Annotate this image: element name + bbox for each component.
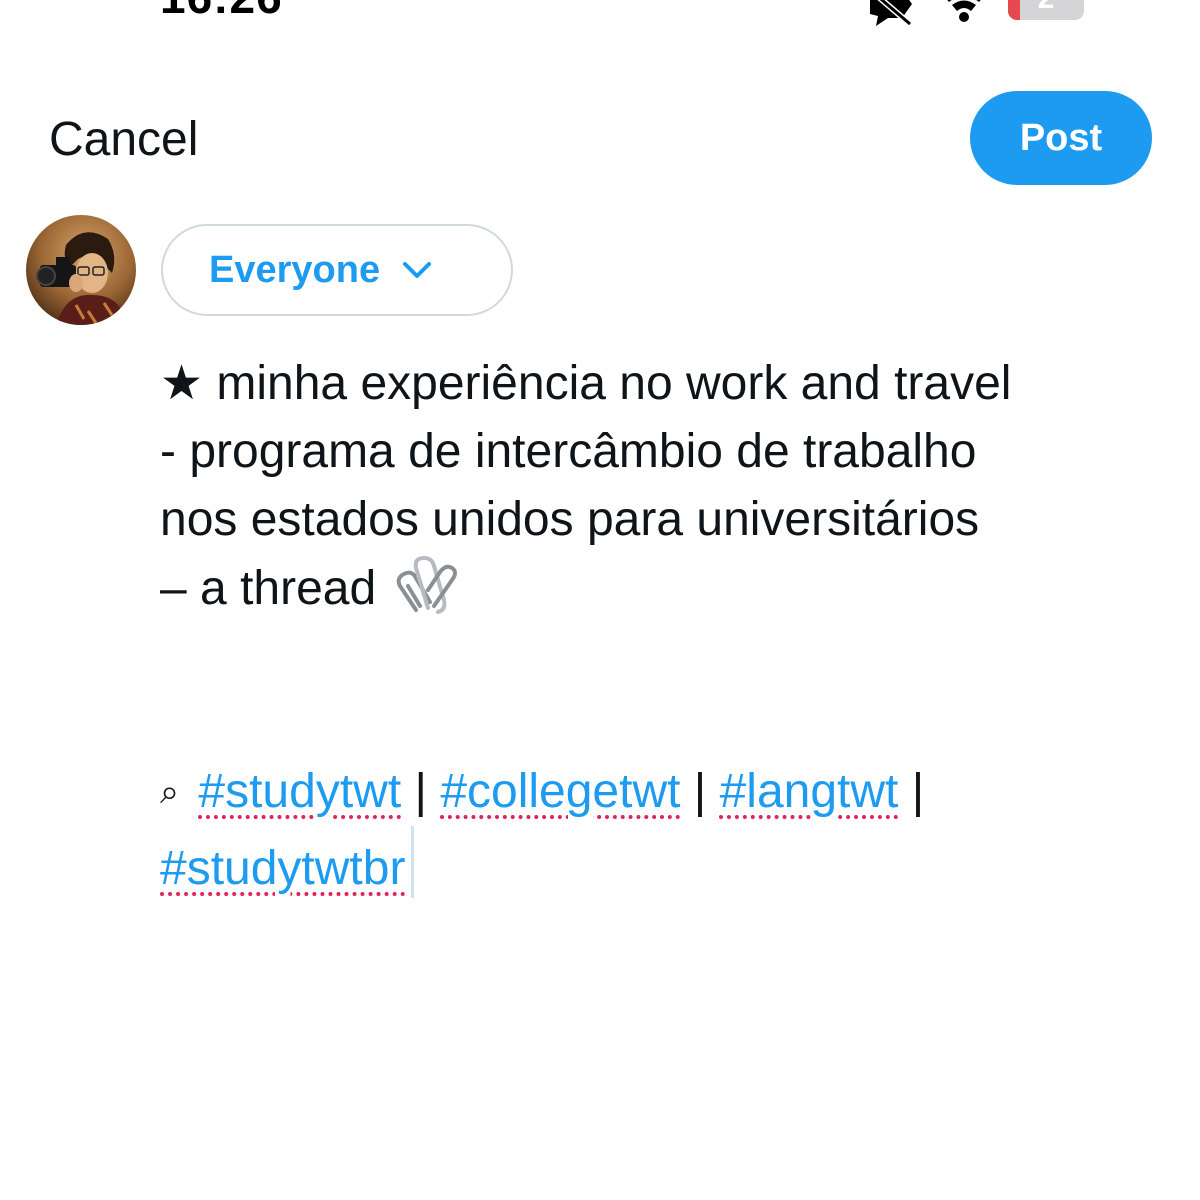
separator: | bbox=[414, 765, 427, 818]
hashtag[interactable]: #collegetwt bbox=[440, 765, 680, 818]
composer-textarea[interactable]: ★ minha experiência no work and travel -… bbox=[160, 350, 1190, 623]
text-cursor bbox=[411, 826, 415, 898]
chevron-down-icon bbox=[403, 262, 432, 278]
battery-icon: 2 bbox=[1008, 0, 1084, 20]
hashtag[interactable]: #studytwtbr bbox=[160, 842, 405, 895]
post-button[interactable]: Post bbox=[970, 91, 1152, 185]
hashtag-line: ⌕ #studytwt | #collegetwt | #langtwt | bbox=[160, 758, 1190, 826]
status-icons: 2 bbox=[862, 0, 1092, 26]
audience-label: Everyone bbox=[209, 248, 381, 291]
mute-icon bbox=[870, 0, 912, 26]
status-time: 16:26 bbox=[160, 0, 283, 24]
wifi-icon bbox=[947, 0, 981, 22]
avatar[interactable] bbox=[26, 215, 136, 325]
battery-level: 2 bbox=[1008, 0, 1084, 16]
hashtag[interactable]: #studytwt bbox=[198, 765, 401, 818]
separator: | bbox=[693, 765, 707, 818]
composer-line-text: – a thread bbox=[160, 562, 377, 615]
composer-line: - programa de intercâmbio de trabalho bbox=[160, 425, 977, 478]
hashtag[interactable]: #langtwt bbox=[720, 765, 899, 818]
composer-line: nos estados unidos para universitários bbox=[160, 493, 980, 546]
audience-selector[interactable]: Everyone bbox=[161, 224, 513, 316]
composer-line-last: – a thread bbox=[160, 554, 1190, 623]
avatar-image bbox=[26, 215, 136, 325]
composer-line: ★ minha experiência no work and travel bbox=[160, 357, 1012, 410]
paperclip-icon bbox=[396, 555, 457, 614]
cancel-button[interactable]: Cancel bbox=[49, 112, 198, 167]
magnifier-glyph: ⌕ bbox=[160, 773, 180, 811]
hashtag-block[interactable]: ⌕ #studytwt | #collegetwt | #langtwt | #… bbox=[160, 758, 1190, 903]
hashtag-line: #studytwtbr bbox=[160, 826, 1190, 903]
separator: | bbox=[911, 765, 925, 818]
